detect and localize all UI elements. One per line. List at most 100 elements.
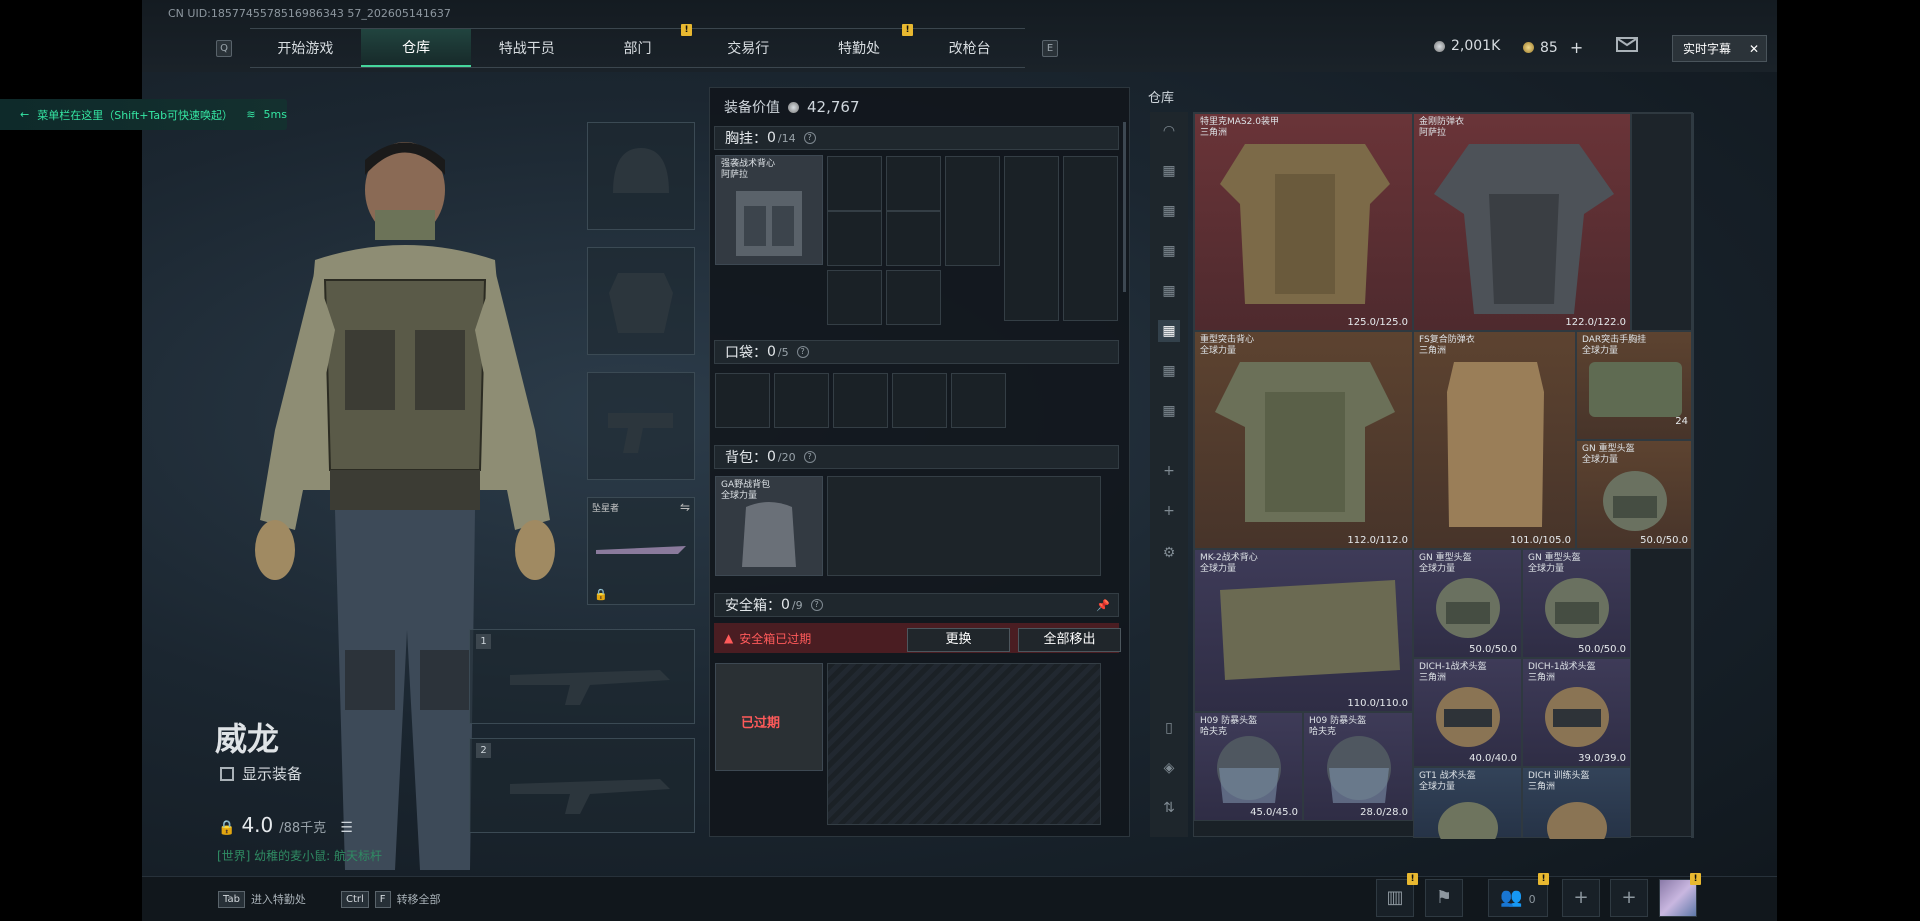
live-caption-toggle[interactable]: 实时字幕 ✕ bbox=[1672, 35, 1767, 62]
warehouse-item[interactable]: 特里克MAS2.0装甲 三角洲 125.0/125.0 bbox=[1194, 113, 1413, 331]
item-name: GN 重型头盔 bbox=[1528, 553, 1581, 563]
pocket-cell[interactable] bbox=[892, 373, 947, 428]
tab-trade[interactable]: 交易行 bbox=[693, 29, 804, 67]
arrow-left-icon: ← bbox=[20, 108, 30, 121]
category-6-icon[interactable]: ▦ bbox=[1158, 360, 1180, 382]
weight-cap: /88千克 bbox=[279, 821, 327, 836]
category-4-icon[interactable]: ▦ bbox=[1158, 280, 1180, 302]
category-1-icon[interactable]: ▦ bbox=[1158, 160, 1180, 182]
help-icon[interactable]: ? bbox=[803, 451, 816, 463]
chest-rig-item[interactable]: 强袭战术背心 阿萨拉 bbox=[715, 155, 823, 265]
warehouse-item[interactable]: GT1 战术头盔 全球力量 bbox=[1413, 767, 1522, 839]
checkbox[interactable] bbox=[220, 766, 234, 781]
item-name: 重型突击背心 bbox=[1200, 335, 1255, 345]
warehouse-item[interactable]: H09 防暴头盔 哈夫克 28.0/28.0 bbox=[1303, 712, 1413, 821]
armor-slot[interactable] bbox=[587, 247, 695, 355]
help-icon[interactable]: ? bbox=[796, 346, 809, 358]
transfer-all-hint[interactable]: Ctrl F 转移全部 bbox=[341, 883, 441, 915]
mail-icon[interactable] bbox=[1616, 37, 1638, 52]
chest-rig-cell[interactable] bbox=[1004, 156, 1059, 321]
warehouse-item[interactable]: GN 重型头盔 全球力量 50.0/50.0 bbox=[1576, 440, 1693, 549]
pocket-cell[interactable] bbox=[774, 373, 829, 428]
chest-rig-cell[interactable] bbox=[886, 211, 941, 266]
add-squad-slot-1[interactable]: + bbox=[1562, 879, 1600, 917]
enter-special-ops-hint[interactable]: Tab 进入特勤处 bbox=[218, 883, 306, 915]
chest-rig-cell[interactable] bbox=[1063, 156, 1118, 321]
help-icon[interactable]: ? bbox=[803, 132, 816, 144]
item-sub: 三角洲 bbox=[1419, 346, 1447, 356]
tab-warehouse[interactable]: 仓库 bbox=[360, 29, 472, 67]
add-squad-slot-2[interactable]: + bbox=[1610, 879, 1648, 917]
primary-weapon-slot-1[interactable]: 1 bbox=[469, 629, 695, 724]
list-icon[interactable]: ☰ bbox=[340, 820, 353, 836]
tab-start-game[interactable]: 开始游戏 bbox=[250, 29, 361, 67]
helmet-category-icon[interactable]: ◠ bbox=[1158, 120, 1180, 142]
item-name: MK-2战术背心 bbox=[1200, 553, 1258, 563]
melee-slot[interactable]: 坠星者 ⇋ 🔒 bbox=[587, 497, 695, 605]
chest-rig-cell[interactable] bbox=[886, 156, 941, 211]
item-sub: 阿萨拉 bbox=[721, 170, 749, 180]
notification-badge: ! bbox=[1407, 873, 1418, 885]
move-all-button[interactable]: 全部移出 bbox=[1018, 628, 1121, 652]
sort-icon[interactable]: ⇅ bbox=[1158, 797, 1180, 819]
add-category-icon[interactable]: + bbox=[1158, 460, 1180, 482]
tab-special-ops[interactable]: 特勤处 bbox=[804, 29, 915, 67]
warehouse-item[interactable]: FS复合防弹衣 三角洲 101.0/105.0 bbox=[1413, 331, 1576, 549]
replace-button[interactable]: 更换 bbox=[907, 628, 1010, 652]
item-sub: 全球力量 bbox=[1582, 346, 1619, 356]
warehouse-empty-cell[interactable] bbox=[1631, 113, 1693, 331]
tab-operators[interactable]: 特战干员 bbox=[471, 29, 582, 67]
help-icon[interactable]: ? bbox=[810, 599, 823, 611]
backpack-item[interactable]: GA野战背包 全球力量 bbox=[715, 476, 823, 576]
helmet-slot[interactable] bbox=[587, 122, 695, 230]
warehouse-item[interactable]: MK-2战术背心 全球力量 110.0/110.0 bbox=[1194, 549, 1413, 712]
tab-gunsmith[interactable]: 改枪台 bbox=[914, 29, 1025, 67]
category-3-icon[interactable]: ▦ bbox=[1158, 240, 1180, 262]
warehouse-item[interactable]: 重型突击背心 全球力量 112.0/112.0 bbox=[1194, 331, 1413, 549]
safe-box-item[interactable]: 已过期 bbox=[715, 663, 823, 771]
swap-icon[interactable]: ⇋ bbox=[680, 500, 690, 514]
category-2-icon[interactable]: ▦ bbox=[1158, 200, 1180, 222]
add-gold-button[interactable]: + bbox=[1570, 38, 1583, 57]
flag-icon[interactable]: ⚑ bbox=[1425, 879, 1463, 917]
warehouse-item[interactable]: GN 重型头盔 全球力量 50.0/50.0 bbox=[1522, 549, 1631, 658]
warehouse-item[interactable]: GN 重型头盔 全球力量 50.0/50.0 bbox=[1413, 549, 1522, 658]
device-icon[interactable]: ▯ bbox=[1158, 717, 1180, 739]
warehouse-item[interactable]: DICH-1战术头盔 三角洲 39.0/39.0 bbox=[1522, 658, 1631, 767]
category-5-icon[interactable]: ▦ bbox=[1158, 320, 1180, 342]
notification-badge: ! bbox=[1538, 873, 1549, 885]
warehouse-scrollbar[interactable] bbox=[1691, 113, 1694, 838]
item-durability: 50.0/50.0 bbox=[1640, 535, 1688, 546]
category-7-icon[interactable]: ▦ bbox=[1158, 400, 1180, 422]
primary-weapon-slot-2[interactable]: 2 bbox=[469, 738, 695, 833]
chest-rig-cell[interactable] bbox=[827, 211, 882, 266]
item-name: H09 防暴头盔 bbox=[1200, 716, 1258, 726]
item-durability: 28.0/28.0 bbox=[1360, 807, 1408, 818]
weight-icon: 🔒 bbox=[218, 820, 236, 836]
chest-rig-cell[interactable] bbox=[827, 156, 882, 211]
menu-hint-text: 菜单栏在这里（Shift+Tab可快速唤起） bbox=[37, 108, 234, 122]
safe-box-grid[interactable] bbox=[827, 663, 1101, 825]
warehouse-item[interactable]: DICH 训练头盔 三角洲 bbox=[1522, 767, 1631, 839]
warehouse-item[interactable]: DAR突击手胸挂 全球力量 24 bbox=[1576, 331, 1693, 440]
settings-icon[interactable]: ⚙ bbox=[1158, 542, 1180, 564]
add-category-icon[interactable]: + bbox=[1158, 500, 1180, 522]
scrollbar[interactable] bbox=[1123, 122, 1126, 292]
pocket-cell[interactable] bbox=[715, 373, 770, 428]
chest-rig-cell[interactable] bbox=[827, 270, 882, 325]
pocket-cell[interactable] bbox=[951, 373, 1006, 428]
layers-icon[interactable]: ◈ bbox=[1158, 757, 1180, 779]
pin-icon[interactable]: 📌 bbox=[1096, 599, 1110, 612]
world-chat-line[interactable]: [世界] 幼稚的麦小鼠: 航天标杆 bbox=[217, 847, 382, 864]
chest-rig-cell[interactable] bbox=[886, 270, 941, 325]
pistol-slot[interactable] bbox=[587, 372, 695, 480]
tab-department[interactable]: 部门 bbox=[582, 29, 693, 67]
pocket-cell[interactable] bbox=[833, 373, 888, 428]
warehouse-item[interactable]: 金刚防弹衣 阿萨拉 122.0/122.0 bbox=[1413, 113, 1631, 331]
backpack-grid[interactable] bbox=[827, 476, 1101, 576]
close-icon[interactable]: ✕ bbox=[1749, 42, 1759, 56]
warehouse-item[interactable]: H09 防暴头盔 哈夫克 45.0/45.0 bbox=[1194, 712, 1303, 821]
warehouse-item[interactable]: DICH-1战术头盔 三角洲 40.0/40.0 bbox=[1413, 658, 1522, 767]
chest-rig-cell[interactable] bbox=[945, 156, 1000, 266]
show-gear-toggle[interactable]: 显示装备 bbox=[220, 763, 302, 784]
